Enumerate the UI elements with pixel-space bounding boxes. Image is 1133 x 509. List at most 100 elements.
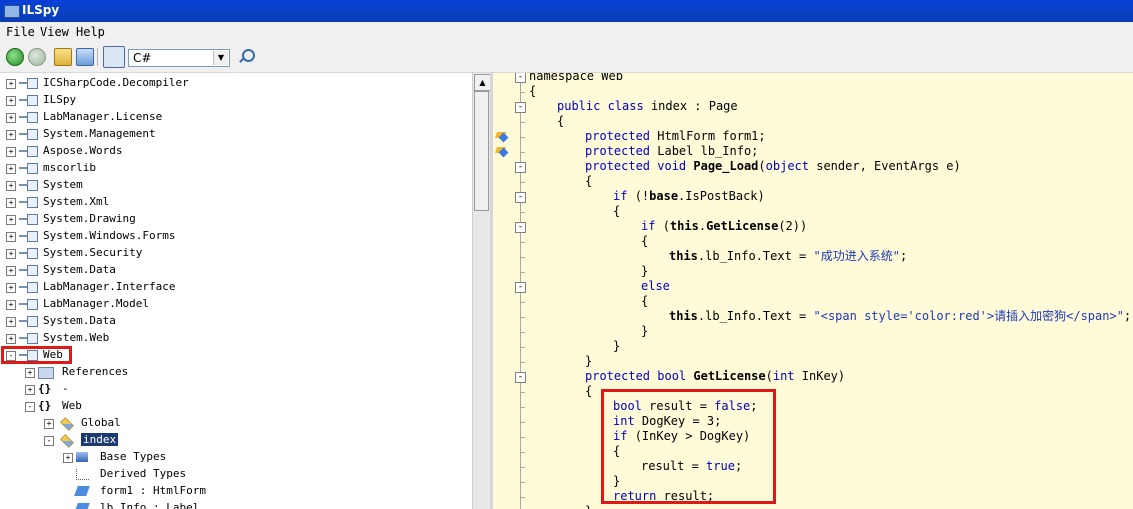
code-line: this.lb_Info.Text = "<span style='color:… bbox=[669, 309, 1131, 324]
expand-icon[interactable]: + bbox=[6, 249, 16, 259]
expand-icon[interactable]: + bbox=[6, 181, 16, 191]
expand-icon[interactable]: + bbox=[6, 215, 16, 225]
expand-icon[interactable]: + bbox=[6, 130, 16, 140]
fold-tick bbox=[520, 392, 525, 393]
code-line: { bbox=[641, 234, 648, 249]
highlight-box-getlicense bbox=[601, 389, 776, 504]
code-line: protected Label lb_Info; bbox=[585, 144, 758, 159]
code-token: protected bbox=[585, 369, 658, 383]
field-bookmark-icon[interactable] bbox=[496, 130, 508, 142]
base-types-icon bbox=[76, 452, 88, 462]
code-line: if (this.GetLicense(2)) bbox=[641, 219, 807, 234]
code-token: HtmlForm form1; bbox=[657, 129, 766, 143]
fold-tick bbox=[520, 272, 525, 273]
collapse-icon[interactable]: - bbox=[515, 162, 526, 173]
back-icon[interactable] bbox=[6, 48, 24, 66]
code-token: { bbox=[557, 114, 565, 128]
assembly-icon bbox=[19, 197, 38, 208]
collapse-icon[interactable]: - bbox=[515, 102, 526, 113]
tree-node-label: System.Web bbox=[43, 331, 110, 344]
code-token: this bbox=[669, 219, 699, 233]
expand-icon[interactable]: + bbox=[6, 164, 16, 174]
expand-icon[interactable]: + bbox=[6, 79, 16, 89]
expand-icon[interactable]: + bbox=[6, 198, 16, 208]
code-token: index : Page bbox=[650, 99, 738, 113]
menu-help[interactable]: Help bbox=[76, 25, 105, 39]
toolbar: C# ▼ bbox=[0, 42, 1133, 73]
code-token: this bbox=[669, 309, 698, 323]
code-token: } bbox=[641, 324, 649, 338]
chevron-down-icon[interactable]: ▼ bbox=[213, 51, 228, 65]
code-token: .lb_Info.Text = bbox=[697, 309, 814, 323]
assembly-tree: + ICSharpCode.Decompiler + ILSpy + LabManager… bbox=[0, 73, 472, 509]
code-token: } bbox=[585, 354, 593, 368]
code-line: else bbox=[641, 279, 670, 294]
code-token: ; bbox=[899, 249, 908, 263]
assembly-icon bbox=[19, 129, 38, 140]
expand-icon[interactable]: + bbox=[6, 317, 16, 327]
expand-icon[interactable]: + bbox=[6, 334, 16, 344]
code-token: namespace Web bbox=[529, 73, 623, 83]
field-bookmark-icon[interactable] bbox=[496, 145, 508, 157]
code-line: { bbox=[641, 294, 648, 309]
tree-node-label: ICSharpCode.Decompiler bbox=[43, 76, 189, 89]
collapse-icon[interactable]: - bbox=[515, 73, 526, 83]
code-token: { bbox=[641, 294, 649, 308]
collapse-icon[interactable]: - bbox=[515, 192, 526, 203]
fold-tick bbox=[520, 257, 525, 258]
code-line: public class index : Page bbox=[557, 99, 738, 114]
collapse-icon[interactable]: - bbox=[44, 436, 54, 446]
code-line: this.lb_Info.Text = "成功进入系统"; bbox=[669, 249, 907, 264]
menu-file[interactable]: File bbox=[6, 25, 35, 39]
assembly-icon bbox=[19, 163, 38, 174]
toolbar-separator bbox=[97, 48, 98, 66]
menu-view[interactable]: View bbox=[40, 25, 69, 39]
expand-icon[interactable]: + bbox=[6, 232, 16, 242]
expand-icon[interactable]: + bbox=[6, 113, 16, 123]
expand-icon[interactable]: + bbox=[6, 266, 16, 276]
fold-tick bbox=[520, 302, 525, 303]
language-select[interactable]: C# ▼ bbox=[128, 49, 230, 67]
derived-types-icon bbox=[76, 469, 89, 480]
tree-node-label: LabManager.License bbox=[43, 110, 163, 123]
fold-tick bbox=[520, 362, 525, 363]
assembly-icon bbox=[19, 299, 38, 310]
references-icon bbox=[38, 367, 54, 379]
code-token: Page_Load bbox=[693, 159, 759, 173]
assembly-icon bbox=[19, 316, 38, 327]
code-token: .IsPostBack) bbox=[678, 189, 765, 203]
expand-icon[interactable]: + bbox=[6, 96, 16, 106]
scroll-thumb[interactable] bbox=[474, 91, 489, 211]
tree-node-label: LabManager.Interface bbox=[43, 280, 176, 293]
tree-node-label: System bbox=[43, 178, 83, 191]
expand-icon[interactable]: + bbox=[25, 385, 35, 395]
assembly-icon bbox=[19, 248, 38, 259]
reload-icon[interactable] bbox=[76, 48, 94, 66]
code-token: else bbox=[641, 279, 670, 293]
open-folder-icon[interactable] bbox=[54, 48, 72, 66]
fold-tick bbox=[520, 422, 525, 423]
collapse-icon[interactable]: - bbox=[515, 372, 526, 383]
fold-tick bbox=[520, 452, 525, 453]
collapse-icon[interactable]: - bbox=[515, 282, 526, 293]
expand-icon[interactable]: + bbox=[6, 147, 16, 157]
expand-icon[interactable]: + bbox=[25, 368, 35, 378]
expand-icon[interactable]: + bbox=[63, 453, 73, 463]
tree-scrollbar[interactable]: ▲ bbox=[472, 73, 491, 509]
assembly-list-icon[interactable] bbox=[103, 46, 125, 68]
code-token: void bbox=[657, 159, 694, 173]
expand-icon[interactable]: + bbox=[6, 283, 16, 293]
expand-icon[interactable]: + bbox=[6, 300, 16, 310]
search-icon[interactable] bbox=[238, 48, 256, 66]
scroll-up-icon[interactable]: ▲ bbox=[474, 74, 491, 91]
forward-icon[interactable] bbox=[28, 48, 46, 66]
assembly-icon bbox=[19, 231, 38, 242]
code-token: GetLicense bbox=[693, 369, 766, 383]
collapse-icon[interactable]: - bbox=[25, 402, 35, 412]
tree-node-label: ILSpy bbox=[43, 93, 77, 106]
collapse-icon[interactable]: - bbox=[515, 222, 526, 233]
expand-icon[interactable]: + bbox=[44, 419, 54, 429]
tree-node-label: Base Types bbox=[100, 450, 167, 463]
code-token: protected bbox=[585, 159, 658, 173]
class-icon bbox=[60, 434, 74, 448]
